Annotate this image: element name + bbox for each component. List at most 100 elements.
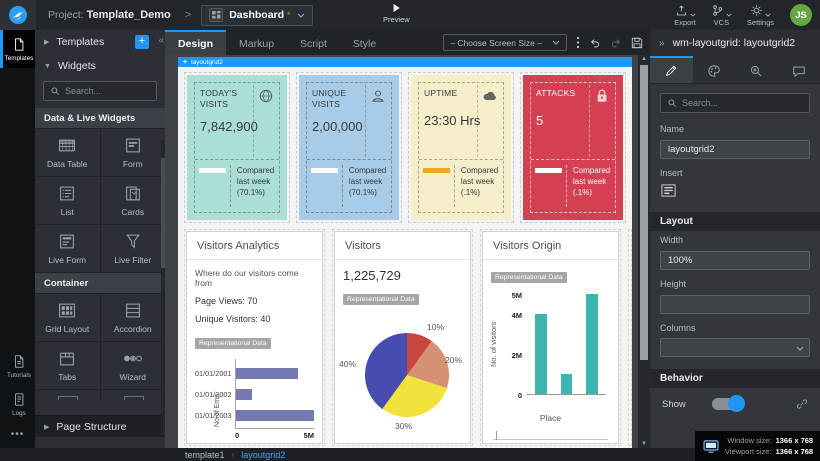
- preview-button[interactable]: Preview: [383, 3, 410, 24]
- tab-events[interactable]: [778, 56, 820, 83]
- wavemaker-logo-icon[interactable]: [0, 0, 36, 30]
- panel-title: Visitors Origin: [483, 232, 618, 260]
- rail-item-templates[interactable]: Templates: [0, 30, 35, 68]
- widget-grid-layout[interactable]: Grid Layout: [35, 294, 100, 341]
- stat-card-value: 5: [536, 113, 596, 130]
- width-label: Width: [660, 235, 810, 245]
- chevron-right-icon: ▶: [44, 423, 49, 431]
- templates-section-toggle[interactable]: ▶ Templates + «: [35, 30, 165, 54]
- chevron-down-icon: [796, 346, 804, 351]
- save-icon[interactable]: [631, 37, 643, 49]
- collapse-panel-icon[interactable]: «: [158, 35, 164, 46]
- project-label: Project:: [48, 9, 84, 21]
- stat-card-today-s-visits[interactable]: TODAY'S VISITS7,842,900Compared last wee…: [187, 75, 287, 220]
- cards-icon: [123, 185, 143, 202]
- left-icon-rail: Templates Tutorials Logs •••: [0, 30, 35, 448]
- editor-tab-design[interactable]: Design: [165, 30, 226, 55]
- scrollbar-thumb[interactable]: [640, 65, 648, 360]
- list-icon: [57, 185, 77, 202]
- representational-data-badge: Representational Data: [195, 338, 271, 349]
- stat-card-compare: Compared last week (70.1%): [349, 165, 387, 207]
- widget-data-table[interactable]: Data Table: [35, 129, 100, 176]
- stat-card-attacks[interactable]: ATTACKS5Compared last week (.1%): [523, 75, 623, 220]
- user-avatar[interactable]: JS: [790, 4, 812, 26]
- widget-wizard[interactable]: Wizard: [101, 342, 166, 389]
- insert-rows-icon[interactable]: [660, 183, 677, 198]
- editor-tab-style[interactable]: Style: [340, 30, 389, 55]
- widget-live-form[interactable]: Live Form: [35, 225, 100, 272]
- properties-search-input[interactable]: [682, 98, 803, 108]
- editor-tab-markup[interactable]: Markup: [226, 30, 287, 55]
- y-axis-label: No. of visitors: [489, 322, 498, 367]
- columns-select[interactable]: [660, 338, 810, 357]
- accordion-icon: [123, 302, 143, 319]
- viewport-size-value: 1366 x 768: [776, 446, 814, 457]
- visitors-panel[interactable]: Visitors 1,225,729 Representational Data…: [334, 231, 471, 444]
- editor-tab-script[interactable]: Script: [287, 30, 340, 55]
- widget-live-filter[interactable]: Live Filter: [101, 225, 166, 272]
- representational-data-badge: Representational Data: [343, 294, 419, 305]
- widget-search: [43, 81, 157, 101]
- stat-card-title: ATTACKS: [536, 88, 577, 99]
- undo-icon[interactable]: [589, 37, 601, 49]
- move-icon: +: [183, 59, 187, 66]
- axis-tick-label: 4M: [512, 311, 522, 320]
- visitors-origin-panel[interactable]: Visitors Origin Representational Data No…: [482, 231, 619, 444]
- height-field[interactable]: [660, 295, 810, 314]
- widgets-section-toggle[interactable]: ▼ Widgets: [35, 54, 165, 78]
- stat-card-unique-visits[interactable]: UNIQUE VISITS2,00,000Compared last week …: [299, 75, 399, 220]
- redo-icon[interactable]: [610, 37, 622, 49]
- page-structure-toggle[interactable]: ▶ Page Structure: [35, 415, 165, 437]
- tab-inspect[interactable]: [735, 56, 778, 83]
- widget-form[interactable]: Form: [101, 129, 166, 176]
- tab-styles[interactable]: [693, 56, 736, 83]
- screen-size-dropdown[interactable]: – Choose Screen Size –: [443, 34, 567, 51]
- width-field[interactable]: [660, 251, 810, 270]
- canvas-scrollbar[interactable]: ▲ ▼: [638, 55, 650, 448]
- search-icon: [667, 98, 677, 108]
- page-selector-dropdown[interactable]: Dashboard *: [201, 5, 312, 26]
- topbar-action-export[interactable]: Export: [674, 1, 696, 29]
- chevron-right-icon: >: [185, 9, 191, 21]
- widget-accordion[interactable]: Accordion: [101, 294, 166, 341]
- widget-tabs[interactable]: Tabs: [35, 342, 100, 389]
- tab-properties[interactable]: [650, 56, 693, 83]
- add-template-button[interactable]: +: [135, 35, 149, 49]
- stat-card-progress-bar: [311, 168, 338, 173]
- insert-label: Insert: [660, 168, 810, 178]
- breadcrumb-widget[interactable]: layoutgrid2: [241, 450, 285, 460]
- chevron-down-icon: [297, 13, 305, 18]
- rail-item-logs[interactable]: Logs: [0, 385, 35, 423]
- layout-section-header: Layout: [650, 212, 820, 231]
- properties-header: » wm-layoutgrid: layoutgrid2: [650, 30, 820, 56]
- more-options-icon[interactable]: [576, 36, 580, 49]
- bind-link-icon[interactable]: [796, 398, 808, 410]
- topbar-action-settings[interactable]: Settings: [747, 1, 774, 29]
- widget-list[interactable]: List: [35, 177, 100, 224]
- origin-bar-chart: No. of visitors 5M4M2M0: [527, 295, 606, 399]
- topbar-action-vcs[interactable]: VCS: [711, 1, 732, 29]
- show-toggle[interactable]: [712, 398, 743, 410]
- rail-overflow-menu[interactable]: •••: [0, 423, 35, 448]
- widget-cards[interactable]: Cards: [101, 177, 166, 224]
- chevron-down-icon: [690, 13, 696, 17]
- stat-card-uptime[interactable]: UPTIME23:30 HrsCompared last week (.1%): [411, 75, 511, 220]
- panel-title: Visitors Analytics: [187, 232, 322, 260]
- visitors-analytics-panel[interactable]: Visitors Analytics Where do our visitors…: [186, 231, 323, 444]
- pie-slice-label: 40%: [339, 359, 356, 369]
- rail-item-tutorials[interactable]: Tutorials: [0, 347, 35, 385]
- widget-search-input[interactable]: [65, 86, 150, 96]
- window-size-value: 1366 x 768: [776, 435, 814, 446]
- bar: [236, 389, 252, 400]
- search-icon: [50, 86, 60, 96]
- stat-card-compare: Compared last week (.1%): [461, 165, 499, 207]
- expand-panel-icon[interactable]: »: [659, 38, 665, 49]
- tabs-icon: [57, 350, 77, 367]
- canvas-page[interactable]: + layoutgrid2 TODAY'S VISITS7,842,900Com…: [178, 57, 632, 448]
- scroll-down-icon[interactable]: ▼: [638, 441, 650, 447]
- name-field[interactable]: [660, 140, 810, 159]
- selected-widget-bar[interactable]: + layoutgrid2: [178, 57, 632, 67]
- scroll-up-icon[interactable]: ▲: [638, 56, 650, 62]
- x-tick-max: 5M: [304, 431, 314, 440]
- breadcrumb-page[interactable]: template1: [185, 450, 225, 460]
